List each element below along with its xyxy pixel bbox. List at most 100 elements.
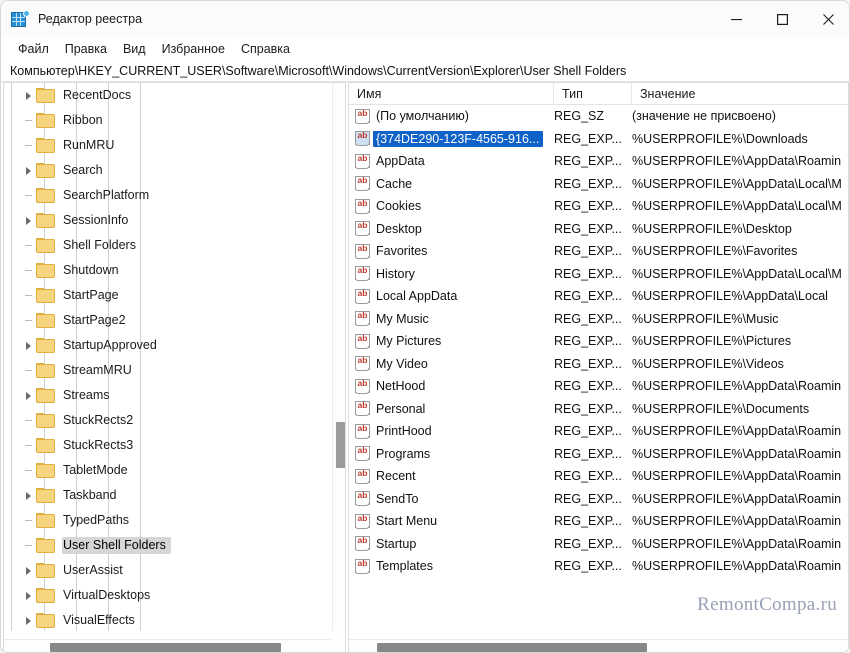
tree-item-taskband[interactable]: Taskband [4,483,334,508]
string-value-icon: ab [355,198,370,214]
tree-item-recentdocs[interactable]: RecentDocs [4,83,334,108]
tree-item-ribbon[interactable]: Ribbon [4,108,334,133]
tree-item-label: VisualEffects [63,613,135,627]
tree-item-tabletmode[interactable]: TabletMode [4,458,334,483]
menu-item-file[interactable]: Файл [10,40,57,58]
tree-item-streams[interactable]: Streams [4,383,334,408]
folder-icon [36,88,55,103]
chevron-right-icon[interactable] [20,608,36,631]
chevron-right-icon[interactable] [20,208,36,233]
value-data-cell: %USERPROFILE%\AppData\Roamin [632,379,842,394]
column-header-type[interactable]: Тип [554,83,632,104]
tree-item-stuckrects3[interactable]: StuckRects3 [4,433,334,458]
tree-leaf-dash-icon [20,458,36,483]
tree-horizontal-scroll-thumb[interactable] [50,643,281,652]
table-row[interactable]: ab My Music REG_EXP... %USERPROFILE%\Music [349,308,848,331]
column-header-name[interactable]: Имя [349,83,554,104]
chevron-right-icon[interactable] [20,383,36,408]
value-name-label: Favorites [376,244,428,259]
tree-item-virtualdesktops[interactable]: VirtualDesktops [4,583,334,608]
value-name-label: {374DE290-123F-4565-916... [373,130,544,147]
table-row[interactable]: ab Favorites REG_EXP... %USERPROFILE%\Favor… [349,240,848,263]
tree-leaf-dash-icon [20,433,36,458]
tree-item-startpage[interactable]: StartPage [4,283,334,308]
menu-item-help[interactable]: Справка [233,40,298,58]
table-row[interactable]: ab (По умолчанию) REG_SZ (значение не присв… [349,105,848,128]
tree-item-shell-folders[interactable]: Shell Folders [4,233,334,258]
tree-item-sessioninfo[interactable]: SessionInfo [4,208,334,233]
chevron-right-icon[interactable] [20,333,36,358]
chevron-right-icon[interactable] [20,558,36,583]
tree-item-runmru[interactable]: RunMRU [4,133,334,158]
tree-item-userassist[interactable]: UserAssist [4,558,334,583]
chevron-right-icon[interactable] [20,158,36,183]
chevron-right-icon[interactable] [20,583,36,608]
tree-item-startupapproved[interactable]: StartupApproved [4,333,334,358]
registry-tree[interactable]: RecentDocs Ribbon RunMRU Search SearchPlatfo… [4,83,334,631]
value-type-cell: REG_EXP... [554,131,622,146]
table-row[interactable]: ab My Pictures REG_EXP... %USERPROFILE%\Pic… [349,330,848,353]
chevron-right-icon[interactable] [20,483,36,508]
value-name-label: History [376,266,415,281]
tree-item-label: RunMRU [63,138,115,152]
value-data-cell: %USERPROFILE%\Favorites [632,244,798,259]
tree-item-typedpaths[interactable]: TypedPaths [4,508,334,533]
table-row[interactable]: ab Cache REG_EXP... %USERPROFILE%\AppData\L… [349,173,848,196]
tree-item-searchplatform[interactable]: SearchPlatform [4,183,334,208]
menu-item-view[interactable]: Вид [115,40,154,58]
table-row[interactable]: ab Desktop REG_EXP... %USERPROFILE%\Desktop [349,218,848,241]
table-row[interactable]: ab Local AppData REG_EXP... %USERPROFILE%\A… [349,285,848,308]
tree-vertical-scroll-thumb[interactable] [336,422,345,468]
table-row[interactable]: ab History REG_EXP... %USERPROFILE%\AppData… [349,263,848,286]
tree-leaf-dash-icon [20,533,36,558]
string-value-icon: ab [355,468,370,484]
table-row[interactable]: ab Startup REG_EXP... %USERPROFILE%\AppData… [349,533,848,556]
tree-item-search[interactable]: Search [4,158,334,183]
table-row[interactable]: ab Templates REG_EXP... %USERPROFILE%\AppDa… [349,555,848,578]
tree-item-visualeffects[interactable]: VisualEffects [4,608,334,631]
values-horizontal-scrollbar[interactable] [349,639,848,652]
table-row[interactable]: ab {374DE290-123F-4565-916... REG_EXP... %U… [349,128,848,151]
folder-icon [36,563,55,578]
value-type-cell: REG_EXP... [554,244,622,259]
table-row[interactable]: ab SendTo REG_EXP... %USERPROFILE%\AppData\… [349,488,848,511]
minimize-button[interactable] [713,1,759,37]
window-controls [713,1,849,37]
table-row[interactable]: ab Personal REG_EXP... %USERPROFILE%\Docume… [349,398,848,421]
registry-values-list[interactable]: ab (По умолчанию) REG_SZ (значение не присв… [349,105,848,630]
tree-item-stuckrects2[interactable]: StuckRects2 [4,408,334,433]
address-bar[interactable]: Компьютер\HKEY_CURRENT_USER\Software\Mic… [1,60,849,82]
menu-item-favorites[interactable]: Избранное [154,40,233,58]
folder-icon [36,438,55,453]
tree-vertical-scrollbar[interactable] [332,83,345,631]
folder-icon [36,213,55,228]
value-name-label: Startup [376,536,417,551]
value-name-label: Cookies [376,199,422,214]
table-row[interactable]: ab NetHood REG_EXP... %USERPROFILE%\AppData… [349,375,848,398]
table-row[interactable]: ab AppData REG_EXP... %USERPROFILE%\AppData… [349,150,848,173]
registry-editor-icon [11,10,30,28]
tree-leaf-dash-icon [20,183,36,208]
menu-item-edit[interactable]: Правка [57,40,115,58]
table-row[interactable]: ab Recent REG_EXP... %USERPROFILE%\AppData\… [349,465,848,488]
value-name-label: My Music [376,311,429,326]
tree-item-user-shell-folders[interactable]: User Shell Folders [4,533,334,558]
table-row[interactable]: ab Start Menu REG_EXP... %USERPROFILE%\AppD… [349,510,848,533]
table-row[interactable]: ab Cookies REG_EXP... %USERPROFILE%\AppData… [349,195,848,218]
close-button[interactable] [805,1,849,37]
window-title: Редактор реестра [38,12,143,26]
chevron-right-icon[interactable] [20,83,36,108]
tree-item-streammru[interactable]: StreamMRU [4,358,334,383]
table-row[interactable]: ab PrintHood REG_EXP... %USERPROFILE%\AppDa… [349,420,848,443]
tree-horizontal-scrollbar[interactable] [4,639,332,652]
values-horizontal-scroll-thumb[interactable] [377,643,647,652]
string-value-icon: ab [355,311,370,327]
value-type-cell: REG_EXP... [554,559,622,574]
column-header-value[interactable]: Значение [632,83,848,104]
table-row[interactable]: ab Programs REG_EXP... %USERPROFILE%\AppDat… [349,443,848,466]
tree-item-shutdown[interactable]: Shutdown [4,258,334,283]
tree-item-startpage2[interactable]: StartPage2 [4,308,334,333]
maximize-button[interactable] [759,1,805,37]
string-value-icon: ab [355,176,370,192]
table-row[interactable]: ab My Video REG_EXP... %USERPROFILE%\Videos [349,353,848,376]
